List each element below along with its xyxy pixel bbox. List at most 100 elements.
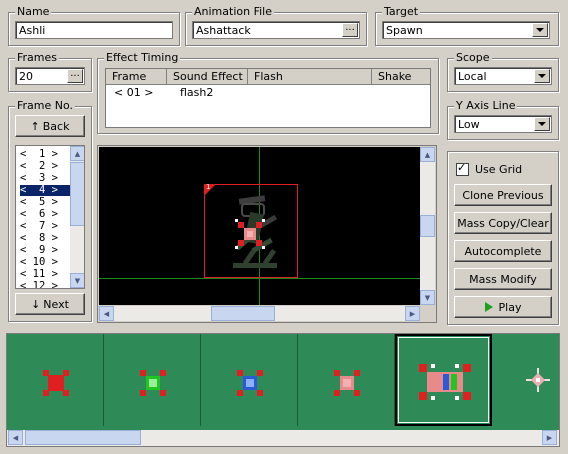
- effect-sprite: [235, 219, 265, 249]
- chevron-down-icon: [536, 28, 544, 32]
- options-group: ✓ Use Grid Clone Previous Mass Copy/Clea…: [447, 151, 559, 325]
- sparkle-icon: [526, 368, 550, 392]
- scroll-thumb[interactable]: [420, 215, 435, 237]
- column-flash[interactable]: Flash: [248, 69, 372, 84]
- y-axis-line-group: Y Axis Line Low: [447, 99, 559, 140]
- scroll-up-button[interactable]: ▲: [420, 147, 435, 162]
- use-grid-label: Use Grid: [475, 162, 523, 176]
- effect-pattern: [417, 362, 473, 402]
- list-item[interactable]: < 12 >: [20, 281, 70, 289]
- timeline-cell[interactable]: [7, 334, 104, 426]
- autocomplete-button[interactable]: Autocomplete: [454, 240, 552, 262]
- scroll-down-button[interactable]: ▼: [420, 290, 435, 305]
- arrow-down-icon: ↓: [31, 297, 41, 311]
- play-button-label: Play: [498, 300, 522, 314]
- effect-pattern: [138, 368, 168, 398]
- frame-list[interactable]: < 1 > < 2 > < 3 > < 4 > < 5 > < 6 > < 7 …: [15, 145, 85, 289]
- animation-file-label: Animation File: [192, 5, 274, 19]
- name-group: Name Ashli: [8, 5, 180, 46]
- effect-pattern: [235, 368, 265, 398]
- effect-timing-label: Effect Timing: [104, 51, 181, 65]
- scroll-right-button[interactable]: ▶: [542, 430, 557, 445]
- timeline-cell-selected[interactable]: [395, 334, 492, 426]
- list-item[interactable]: < 8 >: [20, 233, 70, 244]
- table-row[interactable]: < 01 > flash2: [106, 86, 430, 100]
- list-item[interactable]: < 1 >: [20, 149, 70, 160]
- scroll-thumb[interactable]: [70, 162, 84, 226]
- preview-panel[interactable]: 1 ▲ ▼ ◀ ▶: [97, 145, 437, 323]
- chevron-down-icon: [538, 74, 546, 78]
- effect-pattern: [332, 368, 362, 398]
- next-button-label: Next: [43, 297, 69, 311]
- target-dropdown-button[interactable]: [532, 23, 548, 37]
- effect-timing-header: Frame Sound Effect Flash Shake: [106, 69, 430, 85]
- list-item[interactable]: < 2 >: [20, 161, 70, 172]
- list-item[interactable]: < 7 >: [20, 221, 70, 232]
- animation-file-field[interactable]: Ashattack: [192, 21, 360, 39]
- effect-timing-group: Effect Timing Frame Sound Effect Flash S…: [97, 51, 439, 134]
- timeline-horizontal-scrollbar[interactable]: ◀ ▶: [7, 430, 559, 446]
- mass-modify-button[interactable]: Mass Modify: [454, 268, 552, 290]
- play-icon: [484, 302, 493, 312]
- animation-file-browse-button[interactable]: ...: [342, 23, 358, 37]
- animation-file-group: Animation File Ashattack ...: [185, 5, 367, 46]
- list-item[interactable]: < 3 >: [20, 173, 70, 184]
- timeline-cell[interactable]: [492, 334, 559, 426]
- timeline-cell[interactable]: [298, 334, 395, 426]
- row-frame: < 01 >: [114, 86, 154, 99]
- scroll-up-button[interactable]: ▲: [70, 146, 84, 161]
- timeline-panel[interactable]: ◀ ▶: [6, 333, 560, 447]
- mass-copy-clear-button[interactable]: Mass Copy/Clear: [454, 212, 552, 234]
- play-button[interactable]: Play: [454, 296, 552, 318]
- column-frame[interactable]: Frame: [106, 69, 167, 84]
- check-icon: ✓: [457, 160, 467, 174]
- scope-label: Scope: [454, 51, 492, 65]
- scroll-thumb[interactable]: [25, 430, 141, 445]
- list-item[interactable]: < 11 >: [20, 269, 70, 280]
- timeline-cell[interactable]: [201, 334, 298, 426]
- chevron-down-icon: [538, 122, 546, 126]
- column-sound-effect[interactable]: Sound Effect: [167, 69, 248, 84]
- cell-index-label: 1: [206, 183, 211, 191]
- timeline-cell[interactable]: [104, 334, 201, 426]
- back-button[interactable]: ↑ Back: [15, 115, 85, 137]
- row-sound: flash2: [180, 86, 214, 99]
- list-item[interactable]: < 6 >: [20, 209, 70, 220]
- frames-group: Frames 20 ...: [8, 51, 92, 92]
- back-button-label: Back: [42, 119, 70, 133]
- frames-label: Frames: [15, 51, 60, 65]
- effect-pattern: [41, 368, 71, 398]
- next-button[interactable]: ↓ Next: [15, 293, 85, 315]
- preview-canvas[interactable]: 1: [99, 147, 420, 305]
- name-field[interactable]: Ashli: [15, 21, 173, 39]
- frame-list-scrollbar[interactable]: ▲ ▼: [70, 146, 84, 288]
- preview-horizontal-scrollbar[interactable]: ◀ ▶: [99, 306, 420, 321]
- clone-previous-button[interactable]: Clone Previous: [454, 184, 552, 206]
- y-axis-line-label: Y Axis Line: [454, 99, 518, 113]
- name-label: Name: [15, 5, 52, 19]
- scroll-right-button[interactable]: ▶: [405, 306, 420, 321]
- target-label: Target: [382, 5, 421, 19]
- frame-no-label: Frame No.: [15, 99, 76, 113]
- target-select[interactable]: Spawn: [382, 21, 550, 39]
- frame-no-group: Frame No. ↑ Back < 1 > < 2 > < 3 > < 4 > …: [8, 99, 92, 322]
- arrow-up-icon: ↑: [30, 119, 40, 133]
- list-item-selected[interactable]: < 4 >: [20, 185, 70, 196]
- scroll-thumb[interactable]: [211, 306, 275, 321]
- effect-timing-table[interactable]: Frame Sound Effect Flash Shake < 01 > fl…: [105, 68, 431, 128]
- list-item[interactable]: < 10 >: [20, 257, 70, 268]
- preview-vertical-scrollbar[interactable]: ▲ ▼: [420, 147, 435, 305]
- y-axis-dropdown-button[interactable]: [534, 117, 550, 131]
- scroll-left-button[interactable]: ◀: [8, 430, 23, 445]
- list-item[interactable]: < 9 >: [20, 245, 70, 256]
- scroll-down-button[interactable]: ▼: [70, 273, 84, 288]
- checkbox-box[interactable]: ✓: [456, 160, 469, 176]
- frames-browse-button[interactable]: ...: [67, 69, 83, 83]
- scroll-left-button[interactable]: ◀: [99, 306, 114, 321]
- target-group: Target Spawn: [375, 5, 559, 46]
- scope-dropdown-button[interactable]: [534, 69, 550, 83]
- use-grid-checkbox[interactable]: ✓ Use Grid: [456, 160, 523, 176]
- scope-group: Scope Local: [447, 51, 559, 92]
- list-item[interactable]: < 5 >: [20, 197, 70, 208]
- column-shake[interactable]: Shake: [372, 69, 430, 84]
